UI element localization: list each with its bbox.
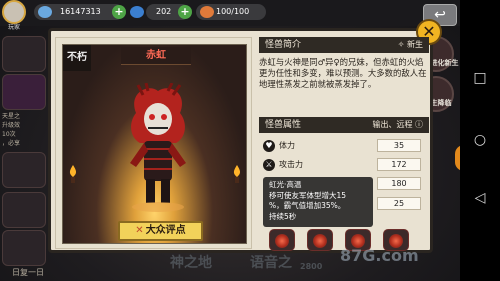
intro-title: 怪兽简介: [265, 40, 302, 50]
sword-icon: ⚔: [263, 159, 275, 171]
stat-label: 攻击力: [279, 160, 303, 169]
gems-counter: 202 +: [146, 4, 192, 20]
stat-row-hp: ♥ 体力 35: [259, 139, 429, 153]
intro-tag: ✧ 新生: [397, 40, 423, 49]
left-text-1: 天星之: [2, 113, 21, 120]
left-badge-3[interactable]: [2, 152, 46, 188]
intro-header: 怪兽简介 ✧ 新生: [259, 37, 429, 53]
heart-icon: ♥: [263, 140, 275, 152]
stat-value: 180: [377, 177, 421, 190]
stamina-icon: [200, 6, 214, 18]
attributes-header: 怪兽属性 输出、远程 ⓘ: [259, 117, 429, 133]
square-icon[interactable]: □: [472, 70, 488, 86]
tooltip-line: 移可使友军体型增大15: [269, 190, 347, 200]
add-gems-button[interactable]: +: [178, 5, 192, 19]
stamina-counter: 100/100: [196, 4, 266, 20]
gold-value: 16147313: [60, 7, 101, 16]
add-gold-button[interactable]: +: [112, 5, 126, 19]
circle-icon[interactable]: ○: [472, 132, 488, 148]
left-text-2: 升级效: [2, 122, 21, 129]
skill-icon-1[interactable]: [269, 229, 295, 251]
hero-portrait-panel: 不朽 赤虹 ✕ 大众评点: [55, 37, 252, 249]
stat-value: 35: [377, 139, 421, 152]
review-label: 大众评点: [145, 225, 186, 236]
x-icon: ✕: [135, 225, 144, 236]
public-review-button[interactable]: ✕ 大众评点: [118, 221, 203, 241]
tooltip-line: 持续5秒: [269, 211, 297, 221]
ghost-text-2: 语音之: [250, 255, 292, 271]
left-badge-5[interactable]: [2, 230, 46, 266]
tooltip-line: %，霸气值增加35%。: [269, 201, 346, 210]
ghost-text-1: 神之地: [170, 255, 212, 271]
intro-description: 赤虹与火神是同♂异♀的兄妹，但赤虹的火焰更为任性和多变，难以预测。大多数的敌人在…: [259, 57, 427, 90]
stat-label: 体力: [279, 141, 295, 150]
resource-bar: 玩家 16147313 + 202 + 100/100: [0, 0, 460, 31]
stat-value: 172: [377, 158, 421, 171]
skill-tooltip: 虹光·高温 移可使友军体型增大15 %，霸气值增加35%。 持续5秒: [263, 177, 373, 227]
skill-icon-2[interactable]: [307, 229, 333, 251]
ghost-text-3: 2800: [300, 262, 323, 271]
android-navbar: □ ○ ◁: [460, 0, 500, 281]
rank-badge: 不朽: [63, 45, 91, 71]
gems-value: 202: [156, 7, 172, 16]
torch-icon: [69, 165, 77, 183]
left-text-3: 10次: [2, 131, 16, 138]
left-badge-4[interactable]: [2, 192, 46, 228]
attributes-title: 怪兽属性: [265, 120, 302, 130]
attributes-roles: 输出、远程 ⓘ: [372, 120, 423, 129]
back-arrow-icon[interactable]: ◁: [472, 190, 488, 206]
tooltip-title: 虹光·高温: [269, 180, 302, 189]
stat-value: 25: [377, 197, 421, 210]
hero-portrait-frame: 不朽 赤虹 ✕ 大众评点: [62, 44, 247, 244]
hero-character-image: [130, 83, 186, 212]
gold-counter: 16147313 +: [34, 4, 126, 20]
hero-detail-dialog: 不朽 赤虹 ✕ 大众评点 ✕ 怪兽简介 ✧ 新生 赤虹与火神是同♂异♀的兄妹，但…: [48, 19, 442, 253]
stamina-value: 100/100: [216, 7, 250, 16]
coin-icon: [38, 6, 52, 18]
left-badge-2[interactable]: [2, 74, 46, 110]
watermark-logo: 87G.com: [340, 246, 419, 265]
player-avatar[interactable]: [2, 0, 26, 24]
hero-name: 赤虹: [121, 47, 191, 65]
left-text-4: ，必享: [2, 140, 21, 147]
torch-icon: [233, 165, 241, 183]
left-bottom-label: 日复一日: [12, 268, 44, 277]
left-side-panel: 天星之 升级效 10次 ，必享 日复一日: [0, 30, 48, 280]
left-badge-1[interactable]: [2, 36, 46, 72]
stat-row-attack: ⚔ 攻击力 172: [259, 158, 429, 172]
